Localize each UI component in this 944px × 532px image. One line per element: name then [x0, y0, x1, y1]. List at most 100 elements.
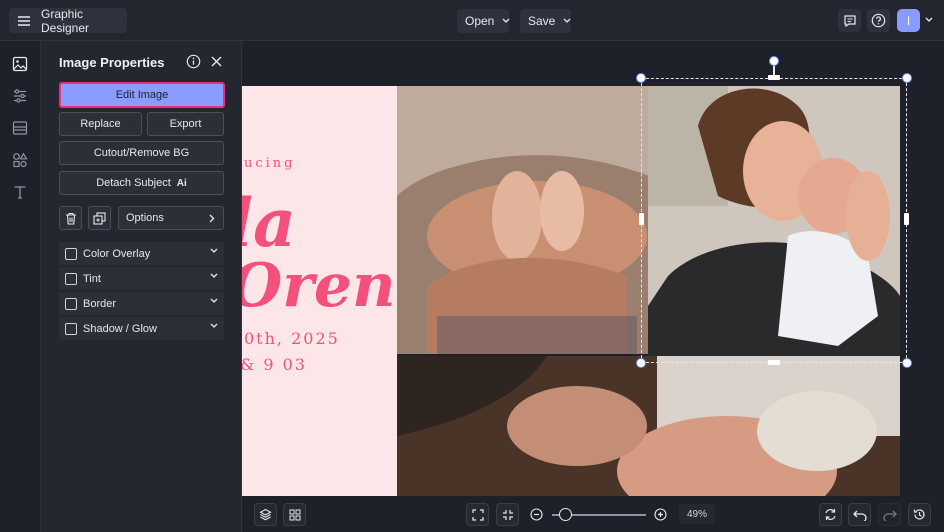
grid-button[interactable] — [283, 503, 306, 526]
selection-box[interactable] — [641, 78, 907, 363]
cutout-remove-bg-button[interactable]: Cutout/Remove BG — [59, 141, 224, 165]
open-dropdown[interactable]: Open — [457, 9, 510, 33]
detach-subject-label: Detach Subject — [96, 177, 171, 189]
delete-button[interactable] — [59, 206, 82, 230]
image-icon[interactable] — [11, 55, 29, 73]
bottom-toolbar: 49% — [242, 496, 944, 532]
image-properties-panel: Image Properties Edit Image Replace Expo… — [41, 41, 242, 532]
sleeping-baby-illustration — [397, 356, 900, 496]
fit-screen-button[interactable] — [466, 503, 489, 526]
cutout-label: Cutout/Remove BG — [93, 147, 190, 159]
accordion-tint[interactable]: Tint — [59, 267, 224, 290]
undo-icon — [852, 509, 867, 521]
border-checkbox[interactable] — [65, 297, 77, 310]
resize-handle-s[interactable] — [768, 360, 780, 365]
save-label: Save — [528, 14, 556, 28]
close-icon[interactable] — [211, 56, 222, 67]
text-icon[interactable] — [11, 183, 29, 201]
resize-handle-w[interactable] — [639, 213, 644, 225]
chevron-down-icon — [563, 18, 571, 24]
zoom-out-icon[interactable] — [530, 508, 543, 521]
zoom-slider-thumb[interactable] — [559, 508, 572, 521]
edit-image-label: Edit Image — [115, 89, 169, 101]
undo-button[interactable] — [848, 503, 871, 526]
tint-checkbox[interactable] — [65, 272, 77, 285]
export-label: Export — [169, 118, 202, 130]
trash-icon — [65, 212, 77, 225]
app-menu-button[interactable]: Graphic Designer — [9, 6, 127, 35]
design-canvas[interactable]: ucing la Oren 0th, 2025 & 9 03 — [242, 41, 944, 496]
rotate-handle[interactable] — [769, 56, 779, 66]
history-button[interactable] — [908, 503, 931, 526]
zoom-value[interactable]: 49% — [679, 504, 715, 524]
edit-image-button[interactable]: Edit Image — [59, 82, 225, 108]
redo-icon — [882, 509, 897, 521]
resize-handle-nw[interactable] — [636, 73, 646, 83]
baby-name-line2: Oren — [242, 251, 396, 321]
zoom-in-icon[interactable] — [654, 508, 667, 521]
intro-text: ucing — [244, 156, 296, 171]
layout-icon[interactable] — [11, 119, 29, 137]
redo-button[interactable] — [878, 503, 901, 526]
tool-rail — [0, 41, 41, 532]
accordion-label: Shadow / Glow — [83, 322, 157, 335]
hamburger-icon — [17, 15, 31, 27]
photo-baby-feet[interactable] — [397, 86, 649, 354]
history-icon — [913, 508, 926, 521]
avatar-initial: I — [906, 13, 911, 28]
resize-handle-n[interactable] — [768, 75, 780, 80]
announcement-panel[interactable]: ucing la Oren 0th, 2025 & 9 03 — [242, 86, 397, 496]
shapes-icon[interactable] — [11, 151, 29, 169]
resize-handle-e[interactable] — [904, 213, 909, 225]
chevron-right-icon — [209, 214, 215, 223]
chevron-down-icon[interactable] — [925, 17, 933, 23]
save-dropdown[interactable]: Save — [520, 9, 571, 33]
chevron-down-icon — [210, 323, 218, 329]
comments-button[interactable] — [838, 9, 861, 32]
layers-icon — [259, 508, 272, 521]
help-button[interactable] — [867, 9, 890, 32]
ai-badge: Ai — [176, 177, 187, 189]
accordion-border[interactable]: Border — [59, 292, 224, 315]
chevron-down-icon — [210, 248, 218, 254]
color-overlay-checkbox[interactable] — [65, 247, 77, 260]
grid-icon — [289, 509, 301, 521]
shadow-glow-checkbox[interactable] — [65, 322, 77, 335]
panel-title: Image Properties — [59, 55, 165, 70]
accordion-color-overlay[interactable]: Color Overlay — [59, 242, 224, 265]
expand-icon — [471, 508, 484, 521]
options-button[interactable]: Options — [118, 206, 224, 230]
photo-sleeping-baby[interactable] — [397, 356, 900, 496]
accordion-shadow-glow[interactable]: Shadow / Glow — [59, 317, 224, 340]
options-label: Options — [126, 212, 164, 224]
accordion-label: Tint — [83, 272, 101, 285]
chevron-down-icon — [502, 18, 510, 24]
user-avatar[interactable]: I — [897, 9, 920, 32]
comment-icon — [843, 14, 857, 28]
duplicate-button[interactable] — [88, 206, 111, 230]
resize-handle-ne[interactable] — [902, 73, 912, 83]
collapse-button[interactable] — [496, 503, 519, 526]
collapse-icon — [502, 509, 514, 521]
chevron-down-icon — [210, 298, 218, 304]
birth-date: 0th, 2025 — [244, 329, 340, 348]
help-icon — [871, 13, 886, 28]
replace-label: Replace — [80, 118, 121, 130]
refresh-icon — [824, 508, 837, 521]
accordion-label: Color Overlay — [83, 247, 151, 260]
resize-handle-sw[interactable] — [636, 358, 646, 368]
info-icon[interactable] — [186, 54, 201, 69]
layers-button[interactable] — [254, 503, 277, 526]
replace-frame-button[interactable] — [819, 503, 842, 526]
sliders-icon[interactable] — [11, 87, 29, 105]
duplicate-icon — [93, 211, 106, 225]
open-label: Open — [465, 14, 495, 28]
detach-subject-button[interactable]: Detach Subject Ai — [59, 171, 224, 195]
export-button[interactable]: Export — [147, 112, 224, 136]
baby-feet-illustration — [397, 86, 649, 354]
birth-weight: & 9 03 — [242, 355, 307, 374]
app-title: Graphic Designer — [41, 6, 90, 35]
resize-handle-se[interactable] — [902, 358, 912, 368]
replace-button[interactable]: Replace — [59, 112, 142, 136]
chevron-down-icon — [210, 273, 218, 279]
